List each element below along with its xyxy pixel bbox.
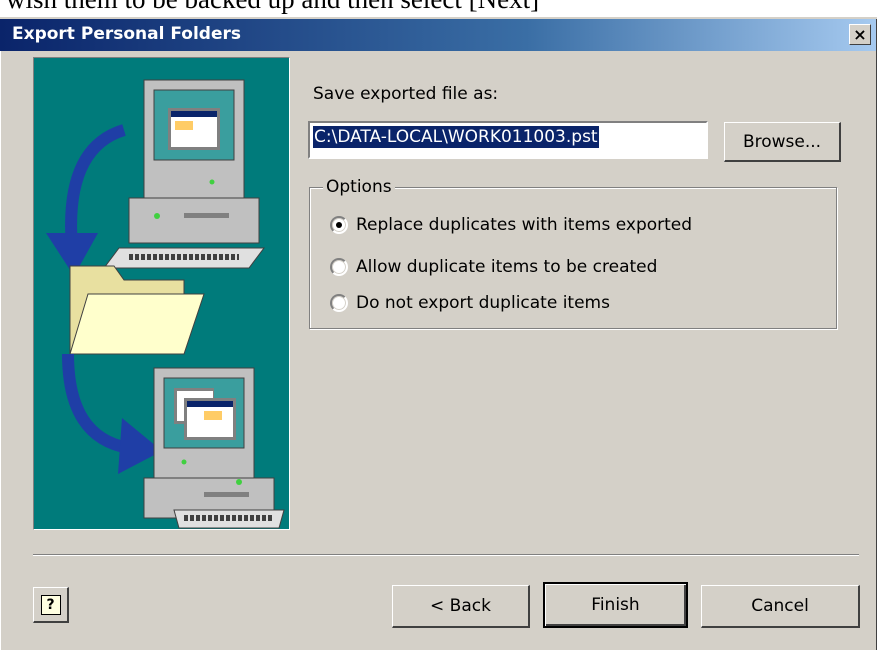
cancel-button[interactable]: Cancel [701,585,860,628]
radio-label-allow: Allow duplicate items to be created [356,257,658,277]
background-caption-text: wish them to be backed up and then selec… [0,0,877,18]
back-button[interactable]: < Back [392,585,530,628]
file-path-value: C:\DATA-LOCAL\WORK011003.pst [313,126,599,148]
save-file-label: Save exported file as: [313,84,499,104]
radio-button[interactable] [330,258,348,276]
bottom-computer-icon [143,367,285,529]
caption-text: wish them to be backed up and then selec… [6,0,539,15]
close-icon: × [853,24,867,44]
radio-no-export-duplicates[interactable]: Do not export duplicate items [330,293,610,313]
radio-button-checked[interactable] [330,216,348,234]
wizard-illustration-svg [46,79,285,529]
dialog-title: Export Personal Folders [12,24,241,44]
options-legend: Options [323,177,395,197]
radio-replace-duplicates[interactable]: Replace duplicates with items exported [330,215,692,235]
file-path-input[interactable]: C:\DATA-LOCAL\WORK011003.pst [308,121,708,159]
folder-icon [69,265,205,355]
browse-button[interactable]: Browse... [724,122,841,162]
curved-arrow-icon [46,124,126,276]
help-button[interactable]: ? [33,587,69,623]
separator [33,554,859,556]
radio-allow-duplicates[interactable]: Allow duplicate items to be created [330,257,657,277]
finish-button[interactable]: Finish [543,582,688,628]
radio-label-replace: Replace duplicates with items exported [356,215,693,235]
help-icon: ? [40,594,61,615]
wizard-illustration [33,57,290,530]
radio-button[interactable] [330,294,348,312]
top-computer-icon [103,79,265,269]
radio-label-no-export: Do not export duplicate items [356,293,610,313]
close-button[interactable]: × [849,24,871,45]
second-arrow-icon [62,353,162,474]
title-bar: Export Personal Folders × [0,19,877,51]
